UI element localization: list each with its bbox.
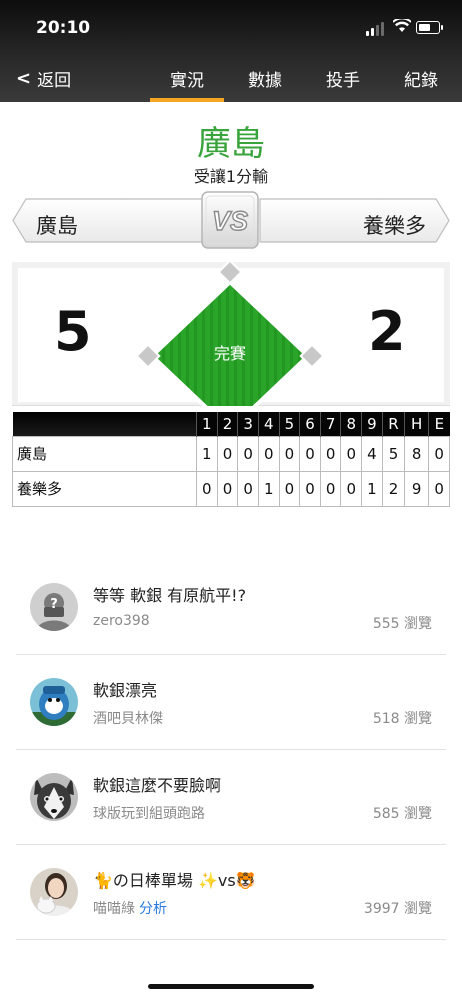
vs-text: VS (212, 206, 248, 236)
inning-score: 0 (237, 470, 259, 507)
inning-score: 0 (319, 470, 342, 507)
linescore-row-away: 養樂多 0 0 0 1 0 0 0 0 1 2 9 0 (12, 470, 450, 507)
article-title[interactable]: 🐈の日棒單場 ✨vs🐯 (93, 867, 256, 891)
inning-score: 4 (361, 435, 383, 472)
total-runs: 2 (381, 470, 406, 507)
article-author: 酒吧貝林傑 (93, 711, 163, 727)
article-item[interactable]: ? 等等 軟銀 有原航平!? zero398 555 瀏覽 (16, 560, 446, 655)
article-author: 喵喵綠 分析 (93, 898, 167, 918)
home-team-name: 廣島 (36, 214, 78, 238)
status-time: 20:10 (36, 18, 91, 38)
header-inning: 2 (216, 412, 238, 436)
linescore-header-row: 1 2 3 4 5 6 7 8 9 R H E (12, 412, 450, 436)
total-errors: 0 (428, 470, 450, 507)
author-name: 喵喵綠 (93, 901, 135, 917)
away-score: 2 (368, 300, 406, 363)
header-inning: 4 (257, 412, 280, 436)
article-tag[interactable]: 分析 (139, 901, 167, 917)
wifi-icon (392, 17, 412, 37)
inning-score: 0 (299, 470, 321, 507)
second-base (217, 259, 243, 285)
back-label: 返回 (37, 71, 72, 91)
inning-score: 0 (278, 435, 301, 472)
header-inning: 5 (278, 412, 300, 436)
article-item[interactable]: 軟銀漂亮 酒吧貝林傑 518 瀏覽 (16, 655, 446, 750)
article-item[interactable]: 軟銀這麼不要臉啊 球版玩到組頭跑路 585 瀏覽 (16, 750, 446, 845)
mystery-avatar-icon: ? (30, 583, 78, 631)
husky-avatar-icon (30, 773, 78, 821)
inning-score: 0 (319, 435, 342, 472)
header-inning: 3 (237, 412, 259, 436)
header-hits: H (404, 412, 429, 436)
inning-score: 0 (237, 435, 259, 472)
total-hits: 8 (404, 435, 430, 472)
chevron-left-icon: < (16, 68, 32, 89)
inning-score: 0 (299, 435, 321, 472)
header-runs: R (381, 412, 405, 436)
baseball-diamond (130, 258, 330, 406)
svg-text:?: ? (50, 597, 58, 612)
inning-score: 0 (216, 435, 239, 472)
article-author: zero398 (93, 613, 150, 629)
person-cat-avatar-icon (30, 868, 78, 916)
article-item[interactable]: 🐈の日棒單場 ✨vs🐯 喵喵綠 分析 3997 瀏覽 (16, 845, 446, 940)
header-inning: 6 (299, 412, 321, 436)
inning-score: 0 (340, 470, 363, 507)
article-views: 585 瀏覽 (372, 806, 432, 822)
signal-icon (366, 22, 388, 36)
handicap-result: 受讓1分輸 (193, 167, 269, 186)
home-indicator[interactable] (148, 984, 314, 989)
row-team-name: 養樂多 (12, 470, 197, 507)
away-team-name: 養樂多 (363, 214, 426, 238)
game-status: 完賽 (213, 344, 246, 363)
row-team-name: 廣島 (12, 435, 197, 472)
vs-badge: VS (200, 190, 260, 250)
tab-pitchers[interactable]: 投手 (326, 66, 360, 91)
total-errors: 0 (428, 435, 450, 472)
tab-records[interactable]: 紀錄 (404, 66, 438, 91)
winner-label: 廣島 (197, 124, 265, 164)
article-views: 518 瀏覽 (372, 711, 432, 727)
linescore-row-home: 廣島 1 0 0 0 0 0 0 0 4 5 8 0 (12, 435, 450, 472)
back-button[interactable]: < 返回 (16, 66, 71, 91)
header-inning: 7 (319, 412, 341, 436)
inning-score: 0 (216, 470, 239, 507)
total-runs: 5 (381, 435, 406, 472)
inning-score: 0 (257, 435, 280, 472)
battery-icon (416, 21, 443, 34)
article-title[interactable]: 軟銀這麼不要臉啊 (93, 772, 221, 796)
home-score: 5 (54, 300, 92, 363)
tab-stats[interactable]: 數據 (248, 66, 282, 91)
third-base (135, 343, 161, 369)
top-bar: 20:10 < 返回 實況 數據 投手 紀錄 (0, 0, 462, 102)
header-inning: 8 (340, 412, 362, 436)
total-hits: 9 (404, 470, 430, 507)
inning-score: 0 (278, 470, 301, 507)
header-inning: 1 (196, 412, 218, 436)
inning-score: 1 (257, 470, 280, 507)
header-team (12, 412, 197, 436)
article-views: 3997 瀏覽 (363, 901, 432, 917)
first-base (299, 343, 325, 369)
article-author: 球版玩到組頭跑路 (93, 806, 205, 822)
header-inning: 9 (361, 412, 383, 436)
tab-live[interactable]: 實況 (150, 66, 224, 102)
article-title[interactable]: 軟銀漂亮 (93, 677, 157, 701)
inning-score: 0 (340, 435, 363, 472)
header-errors: E (428, 412, 450, 436)
linescore-table: 1 2 3 4 5 6 7 8 9 R H E 廣島 1 0 0 0 0 0 0… (12, 412, 450, 507)
inning-score: 1 (196, 435, 218, 472)
article-views: 555 瀏覽 (372, 616, 432, 632)
article-list: ? 等等 軟銀 有原航平!? zero398 555 瀏覽 軟銀漂亮 酒吧貝林傑… (16, 560, 446, 940)
inning-score: 1 (361, 470, 383, 507)
inning-score: 0 (196, 470, 218, 507)
mascot-avatar-icon (30, 678, 78, 726)
article-title[interactable]: 等等 軟銀 有原航平!? (93, 582, 246, 606)
